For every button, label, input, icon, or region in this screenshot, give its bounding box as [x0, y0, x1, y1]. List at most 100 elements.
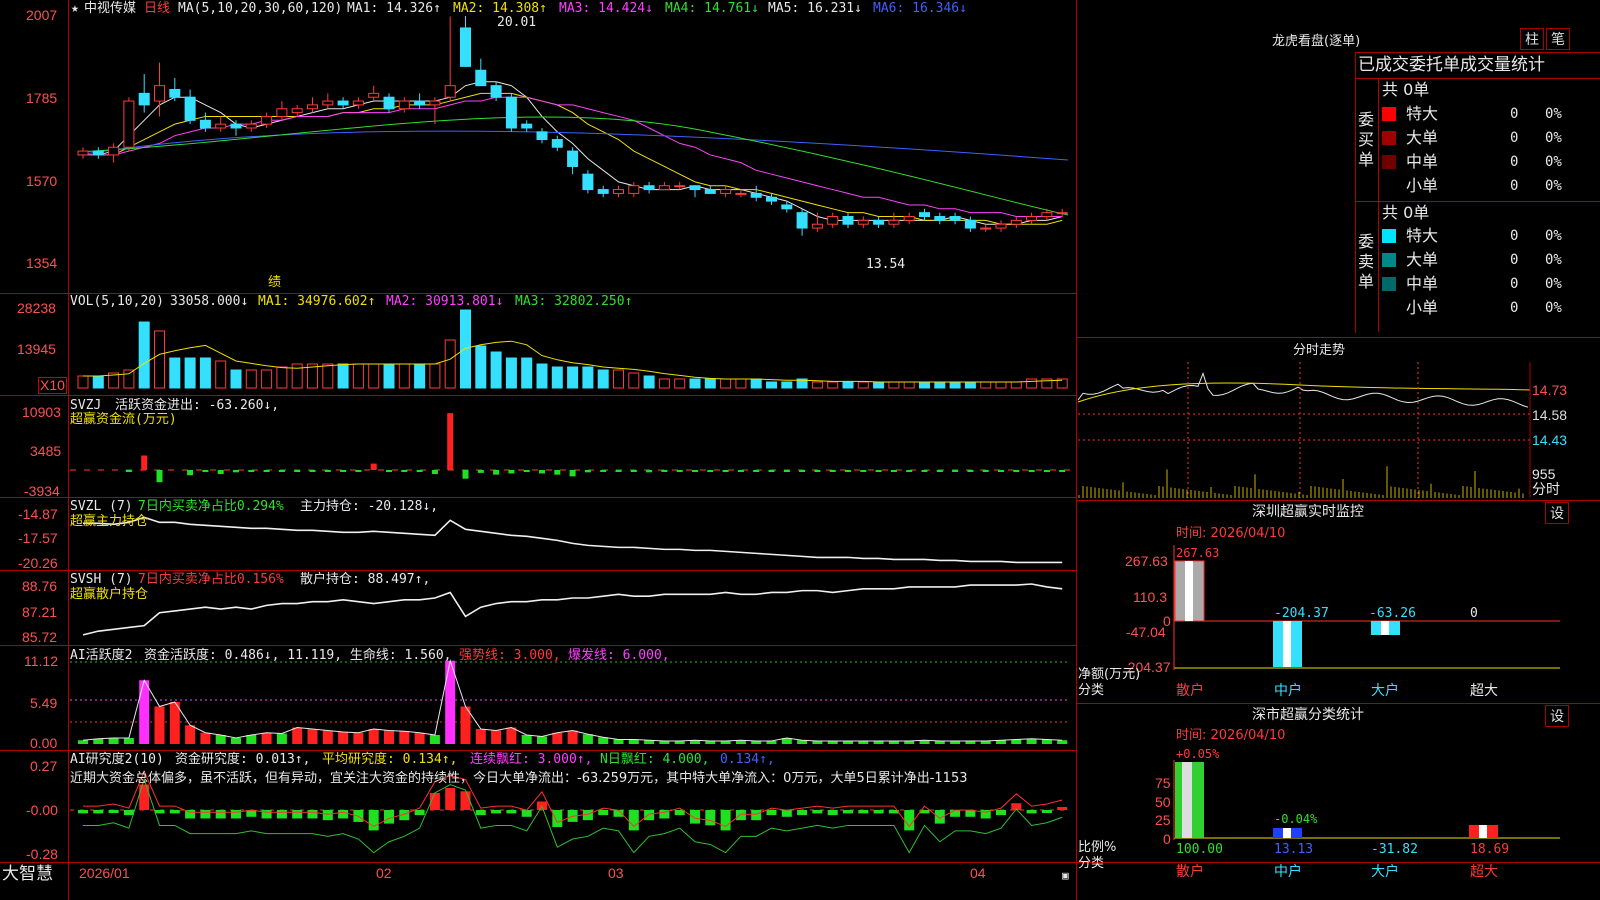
volume-bar [352, 363, 364, 389]
svzl-title: 超赢主力持仓 [70, 514, 149, 529]
candle-body [582, 173, 594, 191]
classify-category: 超大 [1470, 864, 1498, 880]
research-bar [705, 810, 716, 826]
monitor-bar-retail-shine [1185, 561, 1193, 621]
activity-bar [582, 734, 593, 744]
research-bar [200, 810, 211, 819]
research-bar [1041, 810, 1052, 813]
candle-body [429, 100, 441, 106]
candle-body [857, 219, 869, 225]
ma3-value: MA3: 14.424↓ [559, 1, 653, 16]
research-bar [628, 810, 639, 831]
divider-right-3 [1076, 703, 1600, 704]
classify-bottom-label: 18.69 [1470, 842, 1510, 857]
volume-bar [261, 369, 273, 389]
candle-body [154, 85, 165, 102]
activity-bar [1011, 739, 1022, 744]
flow-bar [722, 470, 729, 472]
dragon-buy-name: 中单 [1406, 152, 1439, 171]
ma4-value: MA4: 14.761↓ [665, 1, 759, 16]
flow-bar [875, 470, 882, 472]
tick-mode-button[interactable]: 笔 [1546, 28, 1570, 50]
bar-mode-button[interactable]: 柱 [1520, 28, 1544, 50]
research-bar [690, 810, 700, 824]
candle-body [888, 219, 900, 225]
flow-bar [998, 470, 1004, 472]
ai2-axis-tick: -0.28 [26, 846, 58, 862]
svzj-value: 活跃资金进出: -63.260↓, [115, 398, 280, 413]
dragon-sell-name: 小单 [1406, 298, 1439, 317]
ai1-label: AI活跃度2 [70, 648, 133, 663]
candle-body [199, 119, 211, 129]
vol-ma2: MA2: 30913.801↓ [386, 294, 504, 309]
legend-swatch [1382, 155, 1396, 169]
research-bar [307, 810, 318, 819]
flow-bar [431, 470, 438, 475]
flow-bar [768, 470, 775, 472]
classify-bottom-label: -31.82 [1371, 842, 1418, 857]
dragon-sell-count: 0 [1510, 276, 1519, 292]
flow-bar [324, 470, 331, 472]
favorite-star-icon[interactable]: ★ [71, 1, 79, 16]
svsh-label: SVSH (7) [70, 572, 133, 587]
research-bar [322, 810, 333, 821]
volume-bar [781, 381, 793, 389]
legend-swatch [1382, 229, 1396, 243]
dragon-sell-name: 特大 [1406, 226, 1439, 245]
activity-bar [200, 732, 211, 744]
vol-axis-tick: 13945 [17, 341, 56, 357]
candle-body [674, 185, 686, 188]
classify-settings-button[interactable]: 设 [1545, 705, 1569, 727]
intraday-vol-tick: 955 [1532, 466, 1556, 482]
volume-bar [995, 381, 1007, 389]
flow-bar [202, 470, 209, 472]
research-bar [751, 810, 762, 821]
volume-bar [735, 378, 747, 389]
flow-bar [584, 470, 591, 473]
buy-total: 共 0单 [1382, 80, 1430, 99]
volume-bar [505, 357, 517, 389]
monitor-settings-button[interactable]: 设 [1545, 502, 1569, 524]
classify-axis-tick: 25 [1155, 812, 1171, 828]
activity-bar [475, 729, 486, 744]
candle-body [383, 96, 395, 110]
flow-bar [1043, 470, 1050, 472]
candle-body [597, 189, 609, 194]
flow-bar [753, 470, 760, 472]
candle-body [919, 212, 930, 218]
candle-body [903, 216, 915, 221]
flow-bar [569, 470, 576, 477]
candle-body [995, 223, 1007, 229]
volume-bar [949, 381, 961, 389]
date-tick: 02 [376, 865, 392, 881]
activity-bar [1057, 740, 1068, 744]
period-label[interactable]: 日线 [144, 1, 170, 16]
activity-bar [1026, 738, 1037, 744]
date-tick: 04 [970, 865, 986, 881]
flow-bar [416, 470, 423, 472]
classify-axis-tick: 75 [1155, 775, 1171, 791]
divider-svzj [0, 497, 1076, 498]
research-bar [1026, 810, 1037, 814]
candle-body [337, 100, 349, 106]
candle-body [368, 92, 380, 98]
svzj-axis-tick: 3485 [30, 443, 62, 459]
flow-bar [890, 470, 897, 472]
ai1-axis-tick: 5.49 [30, 695, 58, 711]
volume-bar [720, 378, 732, 389]
activity-bar [491, 730, 502, 744]
classify-category: 散户 [1176, 864, 1204, 880]
divider-svzl [0, 570, 1076, 571]
flow-bar [692, 470, 698, 472]
research-bar [108, 810, 119, 813]
volume-bar [536, 363, 548, 389]
intraday-price-line [1077, 372, 1529, 408]
flow-bar [615, 470, 622, 472]
flow-bar [921, 470, 928, 472]
activity-bar [521, 735, 532, 744]
dragon-title: 龙虎看盘(逐单) [1272, 34, 1361, 49]
lock-icon[interactable]: ▣ [1062, 868, 1069, 883]
volume-bar [613, 369, 624, 389]
price-low-label: 13.54 [866, 257, 906, 272]
ai2-extra-value: 0.134↑, [720, 752, 775, 767]
